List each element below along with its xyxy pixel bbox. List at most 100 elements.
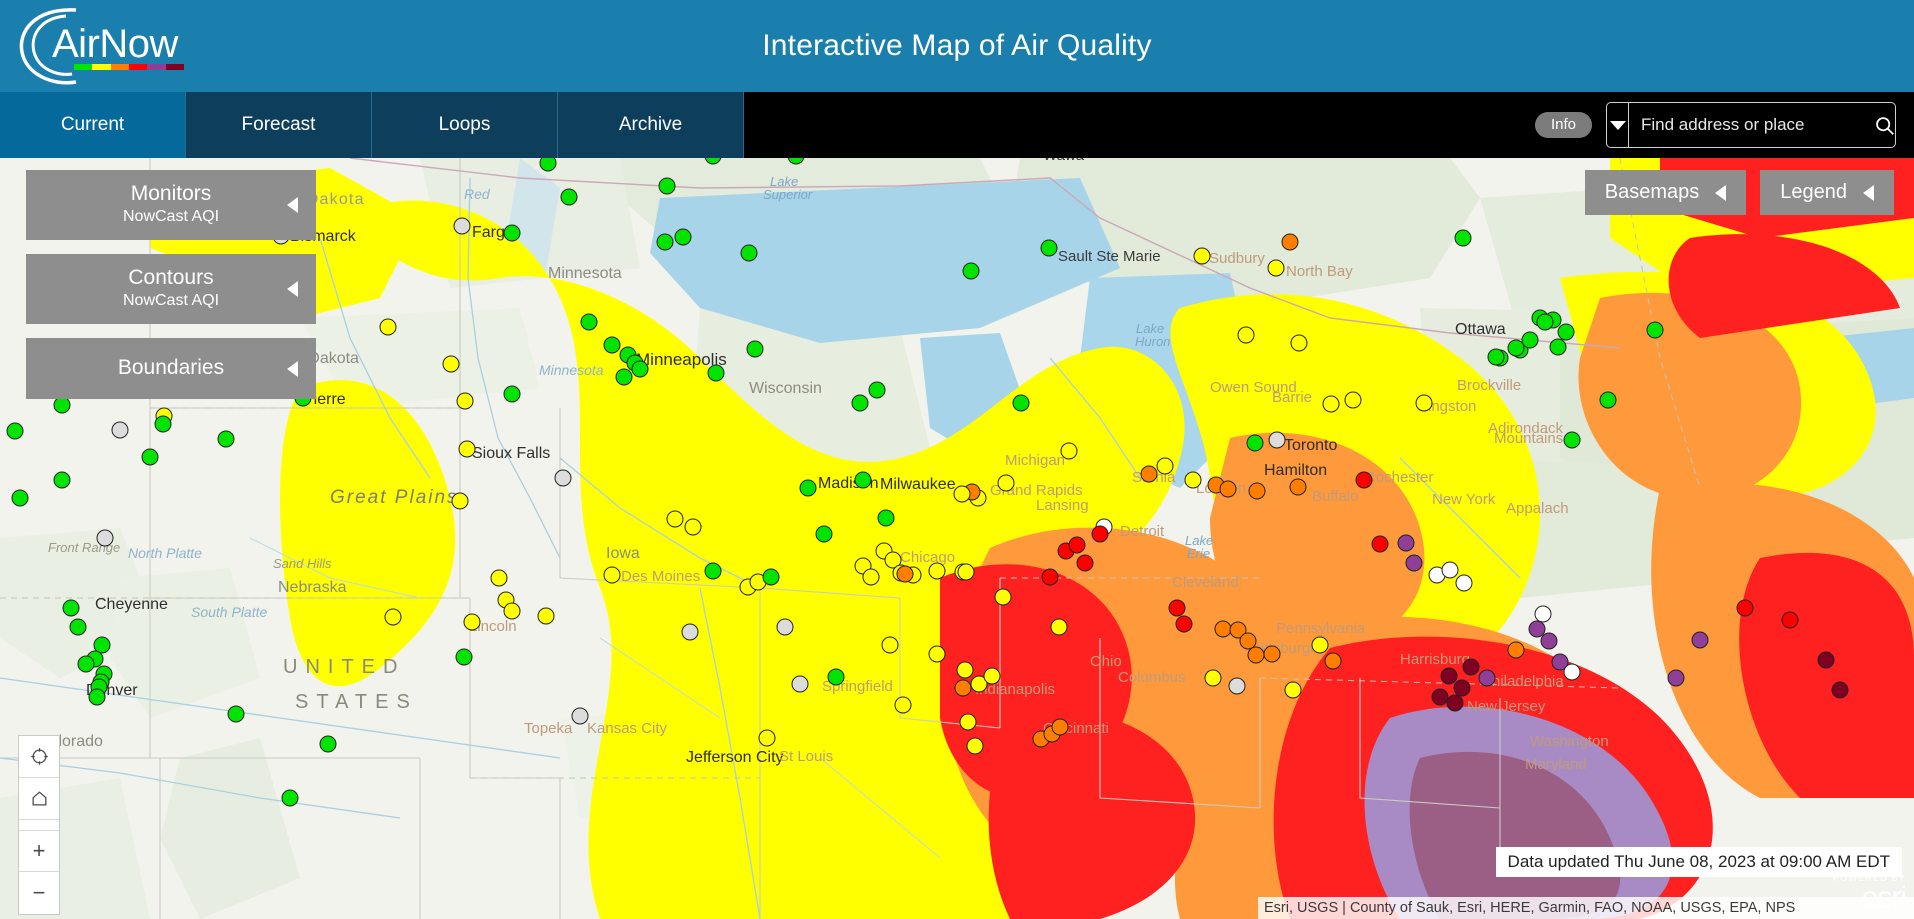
monitor-dot[interactable] xyxy=(555,470,572,487)
monitor-dot[interactable] xyxy=(763,569,780,586)
monitor-dot[interactable] xyxy=(12,490,29,507)
monitor-dot[interactable] xyxy=(682,624,699,641)
monitor-dot[interactable] xyxy=(538,608,555,625)
panel-boundaries[interactable]: Boundaries xyxy=(26,338,316,399)
monitor-dot[interactable] xyxy=(1406,555,1423,572)
monitor-dot[interactable] xyxy=(955,680,972,697)
monitor-dot[interactable] xyxy=(882,637,899,654)
monitor-dot[interactable] xyxy=(1229,678,1246,695)
monitor-dot[interactable] xyxy=(380,319,397,336)
monitor-dot[interactable] xyxy=(998,475,1015,492)
monitor-dot[interactable] xyxy=(1416,395,1433,412)
monitor-dot[interactable] xyxy=(852,395,869,412)
monitor-dot[interactable] xyxy=(1737,600,1754,617)
locate-button[interactable] xyxy=(19,736,59,778)
collapse-arrow-left-icon[interactable] xyxy=(287,281,298,297)
monitor-dot[interactable] xyxy=(995,589,1012,606)
monitor-dot[interactable] xyxy=(667,511,684,528)
monitor-dot[interactable] xyxy=(960,714,977,731)
monitor-dot[interactable] xyxy=(1238,327,1255,344)
monitor-dot[interactable] xyxy=(78,656,95,673)
monitor-dot[interactable] xyxy=(705,563,722,580)
monitor-dot[interactable] xyxy=(1456,575,1473,592)
monitor-dot[interactable] xyxy=(1541,633,1558,650)
monitor-dot[interactable] xyxy=(54,472,71,489)
monitor-dot[interactable] xyxy=(1291,335,1308,352)
monitor-dot[interactable] xyxy=(895,697,912,714)
monitor-dot[interactable] xyxy=(1356,472,1373,489)
monitor-dot[interactable] xyxy=(1398,535,1415,552)
monitor-dot[interactable] xyxy=(878,510,895,527)
monitor-dot[interactable] xyxy=(1463,659,1480,676)
monitor-dot[interactable] xyxy=(967,738,984,755)
zoom-in-button[interactable]: + xyxy=(19,830,59,872)
monitor-dot[interactable] xyxy=(491,570,508,587)
monitor-dot[interactable] xyxy=(464,614,481,631)
basemaps-button[interactable]: Basemaps xyxy=(1585,170,1747,215)
monitor-dot[interactable] xyxy=(504,386,521,403)
monitor-dot[interactable] xyxy=(1447,695,1464,712)
monitor-dot[interactable] xyxy=(1692,632,1709,649)
monitor-dot[interactable] xyxy=(741,245,758,262)
monitor-dot[interactable] xyxy=(1157,458,1174,475)
monitor-dot[interactable] xyxy=(1194,248,1211,265)
monitor-dot[interactable] xyxy=(1042,569,1059,586)
monitor-dot[interactable] xyxy=(984,668,1001,685)
monitor-dot[interactable] xyxy=(452,493,469,510)
monitor-dot[interactable] xyxy=(958,564,975,581)
monitor-dot[interactable] xyxy=(1455,230,1472,247)
monitor-dot[interactable] xyxy=(828,669,845,686)
tab-loops[interactable]: Loops xyxy=(372,92,558,158)
monitor-dot[interactable] xyxy=(1041,240,1058,257)
monitor-dot[interactable] xyxy=(1668,670,1685,687)
monitor-dot[interactable] xyxy=(929,646,946,663)
collapse-arrow-left-icon[interactable] xyxy=(287,361,298,377)
search-category-dropdown[interactable] xyxy=(1607,103,1629,147)
tab-forecast[interactable]: Forecast xyxy=(186,92,372,158)
monitor-dot[interactable] xyxy=(1818,652,1835,669)
monitor-dot[interactable] xyxy=(97,530,114,547)
monitor-dot[interactable] xyxy=(792,676,809,693)
monitor-dot[interactable] xyxy=(1832,682,1849,699)
monitor-dot[interactable] xyxy=(454,218,471,235)
monitor-dot[interactable] xyxy=(504,225,521,242)
monitor-dot[interactable] xyxy=(70,619,87,636)
monitor-dot[interactable] xyxy=(1169,600,1186,617)
monitor-dot[interactable] xyxy=(1290,479,1307,496)
monitor-dot[interactable] xyxy=(1600,392,1617,409)
monitor-dot[interactable] xyxy=(1247,435,1264,452)
monitor-dot[interactable] xyxy=(855,472,872,489)
monitor-dot[interactable] xyxy=(1479,670,1496,687)
monitor-dot[interactable] xyxy=(385,609,402,626)
monitor-dot[interactable] xyxy=(1185,472,1202,489)
monitor-dot[interactable] xyxy=(1535,606,1552,623)
monitor-dot[interactable] xyxy=(1069,537,1086,554)
monitor-dot[interactable] xyxy=(685,519,702,536)
monitor-dot[interactable] xyxy=(1285,682,1302,699)
monitor-dot[interactable] xyxy=(1564,664,1581,681)
monitor-dot[interactable] xyxy=(604,337,621,354)
monitor-dot[interactable] xyxy=(1141,466,1158,483)
monitor-dot[interactable] xyxy=(1092,526,1109,543)
monitor-dot[interactable] xyxy=(777,619,794,636)
monitor-dot[interactable] xyxy=(1077,555,1094,572)
monitor-dot[interactable] xyxy=(616,369,633,386)
monitor-dot[interactable] xyxy=(863,569,880,586)
monitor-dot[interactable] xyxy=(561,189,578,206)
monitor-dot[interactable] xyxy=(1312,637,1329,654)
monitor-dot[interactable] xyxy=(1051,619,1068,636)
panel-monitors[interactable]: Monitors NowCast AQI xyxy=(26,170,316,240)
monitor-dot[interactable] xyxy=(1564,432,1581,449)
monitor-dot[interactable] xyxy=(457,393,474,410)
monitor-dot[interactable] xyxy=(142,449,159,466)
monitor-dot[interactable] xyxy=(632,361,649,378)
monitor-dot[interactable] xyxy=(1220,481,1237,498)
monitor-dot[interactable] xyxy=(604,567,621,584)
info-button[interactable]: Info xyxy=(1535,112,1592,139)
monitor-dot[interactable] xyxy=(112,422,129,439)
monitor-dot[interactable] xyxy=(1249,483,1266,500)
monitor-dot[interactable] xyxy=(581,314,598,331)
monitor-dot[interactable] xyxy=(1325,653,1342,670)
monitor-dot[interactable] xyxy=(456,649,473,666)
panel-contours[interactable]: Contours NowCast AQI xyxy=(26,254,316,324)
